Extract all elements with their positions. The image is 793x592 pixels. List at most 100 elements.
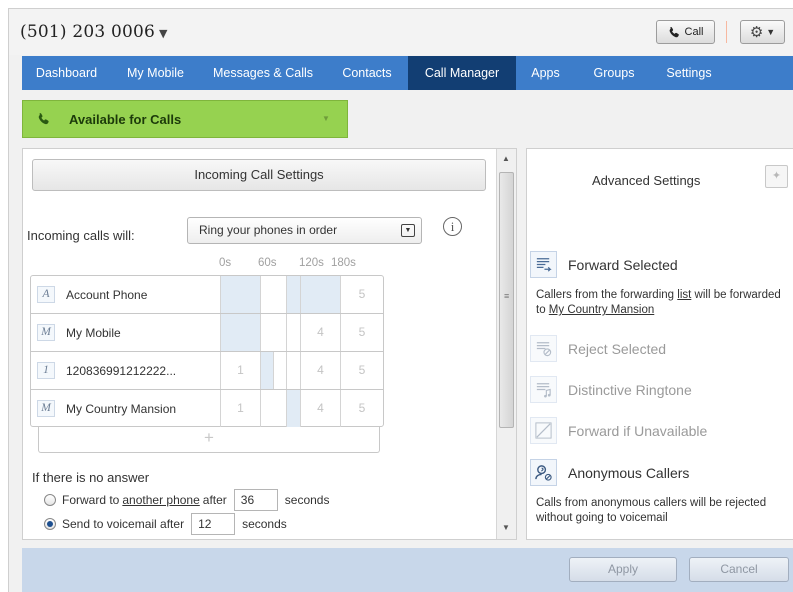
advanced-settings-panel: Advanced Settings ✦ Forward Selected Cal…: [526, 148, 793, 540]
ring-cell[interactable]: 1: [220, 390, 260, 427]
forward-selected-description: Callers from the forwarding list will be…: [536, 288, 786, 318]
phone-type-badge: A: [37, 286, 55, 303]
incoming-call-settings-title: Incoming Call Settings: [32, 159, 486, 191]
ring-cell[interactable]: 4: [300, 390, 340, 427]
phone-name: 120836991212222...: [66, 364, 177, 378]
chevron-down-icon: ▼: [766, 27, 776, 37]
add-phone-button[interactable]: +: [38, 427, 380, 453]
forward-selected-item[interactable]: Forward Selected: [530, 251, 678, 278]
phone-row[interactable]: M My Country Mansion 1 4 5: [31, 390, 383, 427]
phone-name: Account Phone: [66, 288, 148, 302]
voicemail-seconds-unit: seconds: [242, 517, 287, 531]
anonymous-callers-description: Calls from anonymous callers will be rej…: [536, 497, 767, 524]
settings-menu-button[interactable]: ⚙ ▼: [740, 20, 785, 44]
info-icon[interactable]: i: [443, 217, 462, 236]
ring-timeline[interactable]: 1 4 5: [220, 390, 383, 427]
phone-number: (501) 203 0006: [20, 22, 156, 42]
phone-name: My Mobile: [66, 326, 121, 340]
phone-row[interactable]: M My Mobile 4 5: [31, 314, 383, 352]
ring-cell[interactable]: 4: [300, 352, 340, 389]
phone-order-table: A Account Phone 5 M My Mobile 4 5 1 1208…: [30, 275, 384, 427]
nav-item-dashboard[interactable]: Dashboard: [22, 56, 111, 90]
forward-target-link[interactable]: My Country Mansion: [549, 304, 654, 316]
forward-radio[interactable]: [44, 494, 56, 506]
scroll-up-icon[interactable]: ▲: [502, 154, 510, 163]
forward-unavailable-icon: [530, 417, 557, 444]
panel-scrollbar[interactable]: ▲ ≡ ▼: [496, 149, 516, 539]
ring-cell[interactable]: 5: [340, 352, 383, 389]
nav-item-contacts[interactable]: Contacts: [326, 56, 408, 90]
ring-cell[interactable]: 5: [340, 314, 383, 351]
availability-status-dropdown[interactable]: Available for Calls ▼: [22, 100, 348, 138]
reject-selected-item[interactable]: Reject Selected: [530, 335, 666, 362]
ring-cell[interactable]: [286, 390, 300, 427]
nav-item-groups[interactable]: Groups: [575, 56, 653, 90]
ring-cell[interactable]: [260, 276, 286, 313]
apply-button[interactable]: Apply: [569, 557, 677, 582]
forward-selected-label: Forward Selected: [568, 256, 678, 273]
voicemail-seconds-input[interactable]: 12: [191, 513, 236, 535]
ring-mode-select[interactable]: Ring your phones in order ▼: [187, 217, 422, 244]
forward-list-icon: [530, 251, 557, 278]
ring-cell[interactable]: 1: [220, 352, 260, 389]
ring-cell[interactable]: [220, 314, 260, 351]
ringtone-icon: [530, 376, 557, 403]
ring-cell[interactable]: [220, 276, 260, 313]
time-label: 0s: [219, 257, 232, 269]
nav-item-call-manager[interactable]: Call Manager: [408, 56, 516, 90]
nav-item-my-mobile[interactable]: My Mobile: [111, 56, 200, 90]
reject-list-icon: [530, 335, 557, 362]
phone-type-badge: 1: [37, 362, 55, 379]
incoming-call-settings-panel: Incoming Call Settings ▲ ≡ ▼ Incoming ca…: [22, 148, 517, 540]
nav-item-settings[interactable]: Settings: [653, 56, 725, 90]
chevron-down-icon: ▼: [159, 27, 168, 40]
gear-icon: ⚙: [749, 23, 764, 41]
phone-type-badge: M: [37, 400, 55, 417]
anonymous-callers-item[interactable]: Anonymous Callers: [530, 459, 689, 486]
scroll-down-icon[interactable]: ▼: [502, 523, 510, 532]
ring-cell[interactable]: [286, 352, 300, 389]
ring-cell[interactable]: [260, 390, 286, 427]
time-label: 180s: [331, 257, 356, 269]
ring-timeline[interactable]: 4 5: [220, 314, 383, 351]
main-nav: Dashboard My Mobile Messages & Calls Con…: [22, 56, 793, 90]
forward-seconds-input[interactable]: 36: [233, 489, 278, 511]
ring-timeline[interactable]: 5: [220, 276, 383, 313]
app-frame: (501) 203 0006 ▼ Call ⚙ ▼ Dashboard My Mob…: [8, 8, 793, 592]
forward-if-unavailable-item[interactable]: Forward if Unavailable: [530, 417, 707, 444]
phone-number-selector[interactable]: (501) 203 0006 ▼: [20, 22, 168, 42]
forward-desc-text: Callers from the forwarding: [536, 289, 675, 301]
ring-cell[interactable]: [286, 314, 300, 351]
forwarding-list-link[interactable]: list: [677, 289, 691, 301]
phone-row[interactable]: 1 120836991212222... 1 4 5: [31, 352, 383, 390]
phone-name: My Country Mansion: [66, 402, 177, 416]
nav-item-messages-calls[interactable]: Messages & Calls: [200, 56, 326, 90]
another-phone-link[interactable]: another phone: [122, 493, 199, 507]
call-button[interactable]: Call: [656, 20, 715, 44]
time-label: 120s: [299, 257, 324, 269]
distinctive-ringtone-label: Distinctive Ringtone: [568, 381, 692, 398]
ring-timeline[interactable]: 1 4 5: [220, 352, 383, 389]
ring-cell[interactable]: 5: [340, 390, 383, 427]
ring-cell[interactable]: 4: [300, 314, 340, 351]
pin-icon[interactable]: ✦: [765, 165, 788, 188]
distinctive-ringtone-item[interactable]: Distinctive Ringtone: [530, 376, 692, 403]
chevron-down-icon: ▼: [401, 224, 415, 237]
phone-type-badge: M: [37, 324, 55, 341]
ring-cell[interactable]: [260, 352, 274, 389]
ring-cell[interactable]: [260, 314, 286, 351]
phone-row[interactable]: A Account Phone 5: [31, 276, 383, 314]
voicemail-radio[interactable]: [44, 518, 56, 530]
ring-cell[interactable]: 5: [340, 276, 383, 313]
ring-cell[interactable]: [300, 276, 340, 313]
forward-prefix: Forward to: [62, 493, 120, 507]
call-button-label: Call: [684, 26, 704, 38]
ring-mode-value: Ring your phones in order: [199, 223, 338, 237]
forward-seconds-unit: seconds: [284, 493, 330, 507]
forward-option: Forward to another phone after 36 second…: [44, 489, 329, 511]
scrollbar-thumb[interactable]: ≡: [499, 172, 514, 428]
header-divider: [726, 21, 727, 43]
nav-item-apps[interactable]: Apps: [516, 56, 575, 90]
cancel-button[interactable]: Cancel: [689, 557, 789, 582]
ring-cell[interactable]: [286, 276, 300, 313]
